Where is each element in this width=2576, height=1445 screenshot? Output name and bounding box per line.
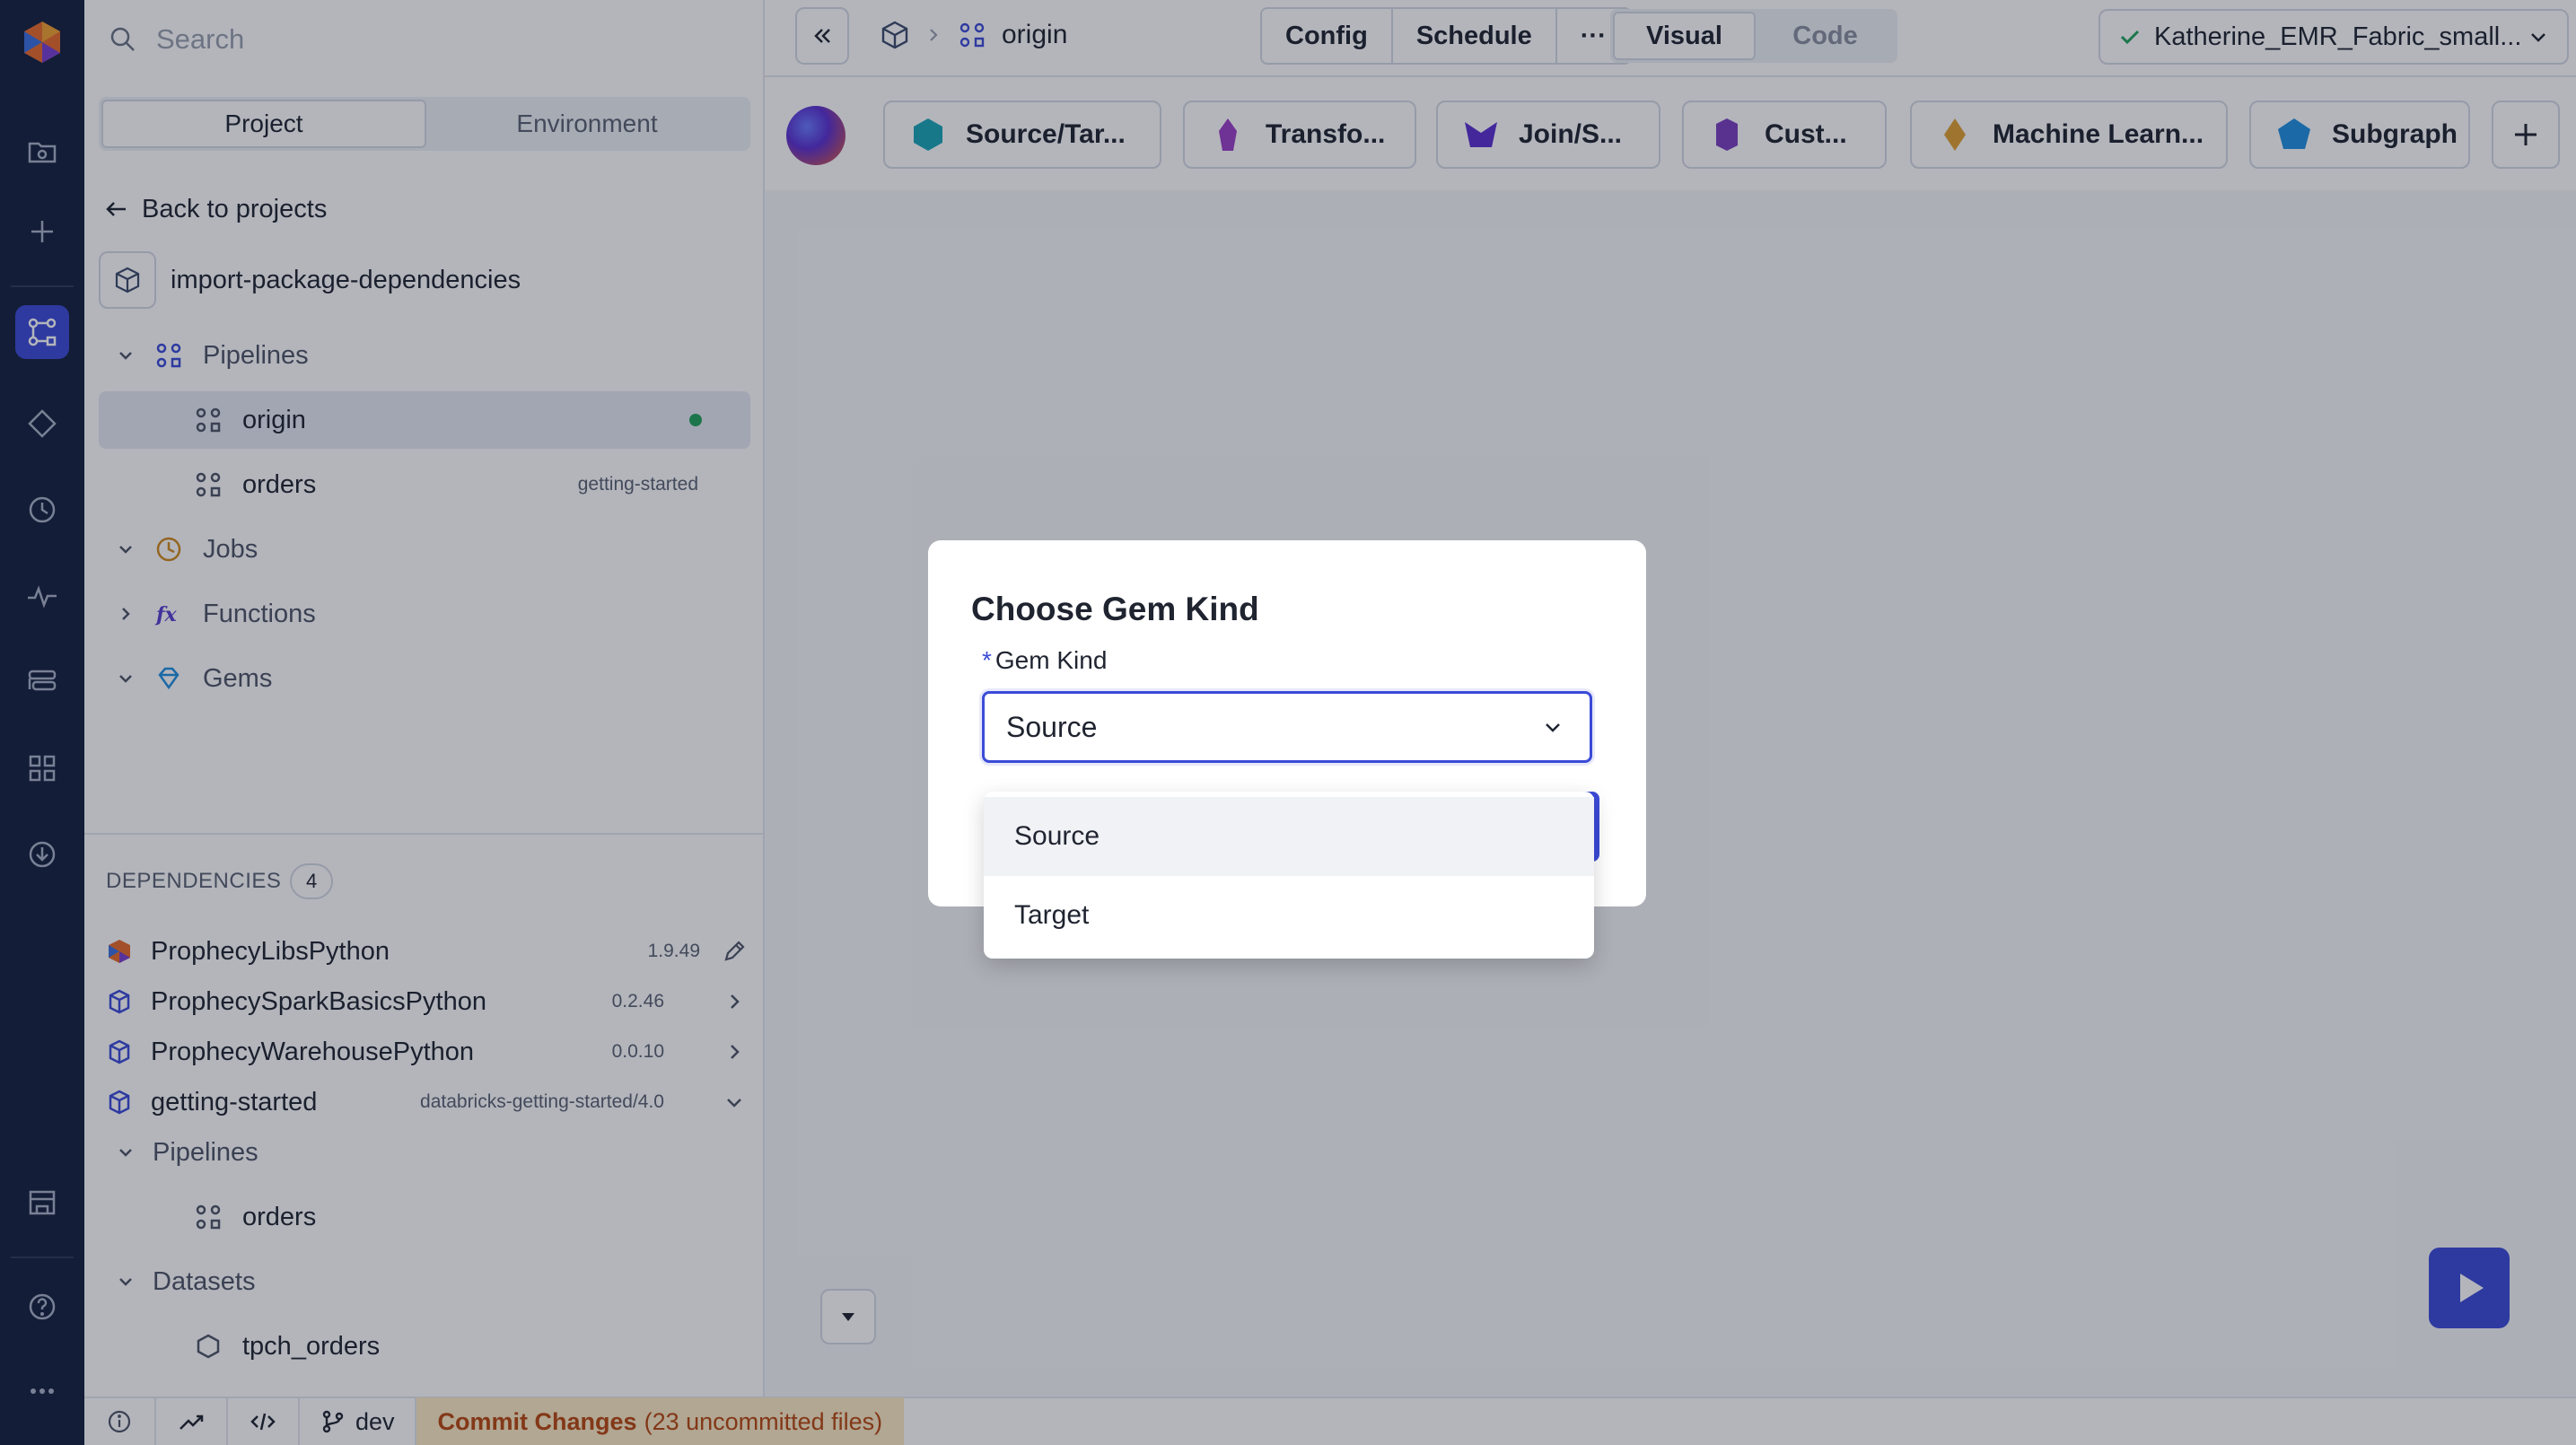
gem-kind-select[interactable]: Source (982, 691, 1592, 763)
gem-kind-label-text: Gem Kind (994, 646, 1108, 674)
option-source[interactable]: Source (984, 797, 1594, 876)
gem-kind-dropdown: Source Target (984, 792, 1594, 959)
gem-kind-label: * Gem Kind (982, 646, 1107, 675)
chevron-down-icon (1546, 723, 1560, 732)
gem-kind-selected-value: Source (1006, 710, 1098, 743)
required-asterisk: * (982, 646, 992, 674)
dialog-title: Choose Gem Kind (971, 591, 1259, 627)
option-target[interactable]: Target (984, 876, 1594, 955)
